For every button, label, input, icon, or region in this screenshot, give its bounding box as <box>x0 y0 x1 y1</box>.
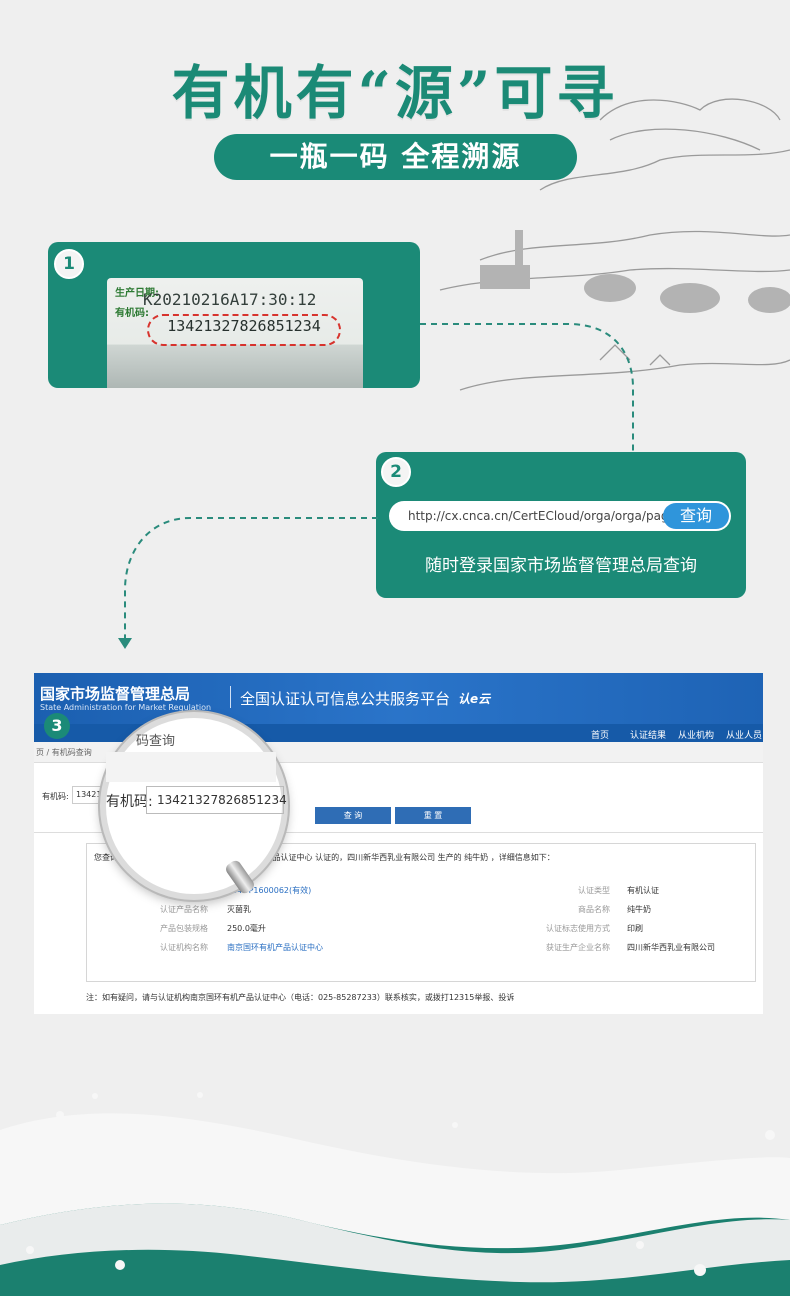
organic-code-text: 13421327826851234 <box>167 317 321 335</box>
arrow-down-icon <box>118 638 132 649</box>
organic-code-field-label: 有机码: <box>42 792 69 801</box>
step2-number: 2 <box>381 457 411 487</box>
breadcrumb: 页 / 有机码查询 <box>36 748 92 757</box>
result-value: 250.0毫升 <box>227 924 266 933</box>
result-label: 产品包装规格 <box>160 924 208 933</box>
nav-practitioners[interactable]: 从业人员 <box>726 728 762 741</box>
result-value: 灭菌乳 <box>227 905 251 914</box>
result-label: 认证产品名称 <box>160 905 208 914</box>
site-platform-name: 全国认证认可信息公共服务平台 <box>240 690 451 708</box>
step2-caption: 随时登录国家市场监督管理总局查询 <box>425 556 697 576</box>
result-value: 有机认证 <box>627 886 659 895</box>
magnifier-title-bar <box>106 752 276 782</box>
result-value: 印刷 <box>627 924 643 933</box>
nav-institutions[interactable]: 从业机构 <box>678 728 714 741</box>
site-org-name-en: State Administration for Market Regulati… <box>40 703 212 712</box>
result-label: 获证生产企业名称 <box>546 943 610 952</box>
milk-splash <box>0 1092 790 1283</box>
nav-home[interactable]: 首页 <box>591 728 609 741</box>
platform-logo: 认e云 <box>458 692 491 706</box>
site-reset-button[interactable]: 重 置 <box>395 807 471 824</box>
result-value: 四川新华西乳业有限公司 <box>627 943 715 952</box>
query-button[interactable]: 查询 <box>663 503 729 529</box>
result-label: 商品名称 <box>578 905 610 914</box>
subtitle-banner: 一瓶一码 全程溯源 <box>214 134 577 180</box>
nav-cert-results[interactable]: 认证结果 <box>630 728 666 741</box>
connector-1-2 <box>420 323 634 452</box>
contact-note: 注：如有疑问，请与认证机构南京国环有机产品认证中心（电话：025-8528723… <box>86 993 515 1002</box>
connector-2-3 <box>118 517 378 649</box>
result-value: 纯牛奶 <box>627 905 651 914</box>
step1-number: 1 <box>54 249 84 279</box>
page-title: 有机有“源”可寻 <box>171 59 619 127</box>
step3-number: 3 <box>44 713 70 739</box>
magnifier-title: 码查询 <box>136 734 176 749</box>
header-divider <box>230 686 231 708</box>
result-label: 认证标志使用方式 <box>546 924 610 933</box>
result-value[interactable]: 南京国环有机产品认证中心 <box>227 942 323 953</box>
site-org-name: 国家市场监督管理总局 <box>40 685 191 703</box>
site-query-button[interactable]: 查 询 <box>315 807 391 824</box>
url-text: http://cx.cnca.cn/CertECloud/orga/orga/p… <box>408 509 676 523</box>
magnifier-code-input: 13421327826851234 <box>146 786 287 814</box>
production-print-line: K20210216A17:30:12 <box>143 290 317 309</box>
result-label: 认证机构名称 <box>160 943 208 952</box>
result-label: 认证类型 <box>578 886 610 895</box>
